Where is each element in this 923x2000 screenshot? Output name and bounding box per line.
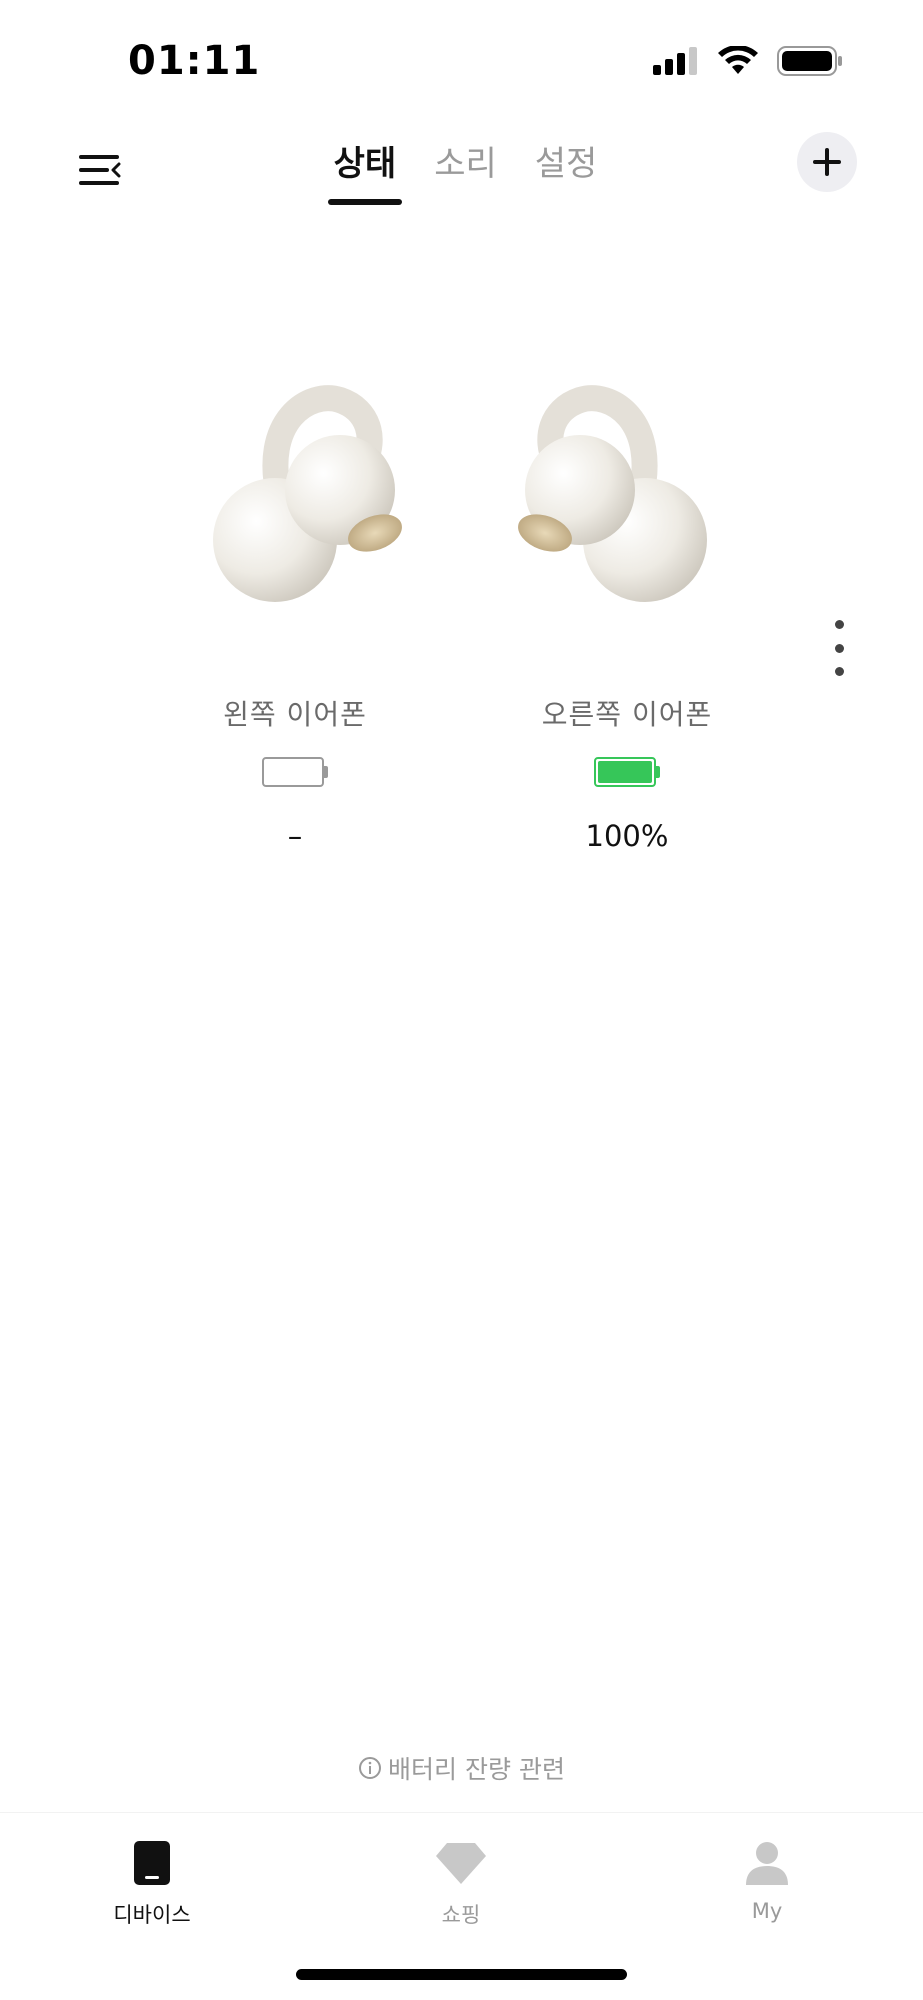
nav-devices-label: 디바이스	[113, 1903, 191, 1927]
home-indicator	[296, 1969, 627, 1980]
nav-shopping-label: 쇼핑	[441, 1903, 481, 1927]
nav-shopping[interactable]: 쇼핑	[391, 1835, 531, 1929]
left-earphone-label: 왼쪽 이어폰	[223, 698, 367, 731]
right-battery-value: 100%	[585, 819, 669, 853]
battery-info-label: 배터리 잔량 관련	[388, 1755, 565, 1784]
right-earbud-image	[518, 385, 707, 602]
tab-bar: 상태 소리 설정	[4, 136, 923, 205]
tab-settings[interactable]: 설정	[533, 136, 600, 205]
left-battery-value: –	[287, 819, 303, 853]
right-earphone-status: 오른쪽 이어폰 100%	[497, 693, 757, 853]
device-icon	[134, 1841, 170, 1885]
left-earphone-status: 왼쪽 이어폰 –	[165, 693, 425, 853]
earbuds-image	[200, 380, 720, 630]
tab-sound[interactable]: 소리	[432, 136, 499, 205]
top-header: 상태 소리 설정	[0, 120, 923, 220]
status-time: 01:11	[128, 38, 261, 84]
nav-my[interactable]: My	[697, 1835, 837, 1923]
info-circle-icon	[359, 1757, 382, 1779]
status-bar: 01:11	[0, 0, 923, 110]
cellular-signal-icon	[653, 47, 697, 75]
diamond-icon	[436, 1843, 486, 1884]
add-device-button[interactable]	[797, 132, 857, 192]
nav-devices[interactable]: 디바이스	[82, 1835, 222, 1929]
left-battery-icon	[262, 757, 328, 787]
tab-status[interactable]: 상태	[327, 136, 402, 205]
more-dot	[834, 667, 844, 676]
right-earphone-label: 오른쪽 이어폰	[541, 698, 713, 731]
more-options-button[interactable]	[825, 620, 853, 676]
person-icon	[746, 1842, 788, 1885]
more-dot	[834, 620, 844, 629]
nav-my-label: My	[751, 1899, 783, 1923]
battery-info-link[interactable]: 배터리 잔량 관련	[0, 1750, 923, 1786]
left-earbud-image	[213, 385, 402, 602]
plus-icon	[813, 148, 841, 176]
wifi-icon	[718, 46, 758, 74]
battery-icon	[777, 46, 842, 76]
right-battery-icon	[594, 757, 660, 787]
status-icons	[653, 46, 843, 76]
more-dot	[834, 643, 844, 653]
